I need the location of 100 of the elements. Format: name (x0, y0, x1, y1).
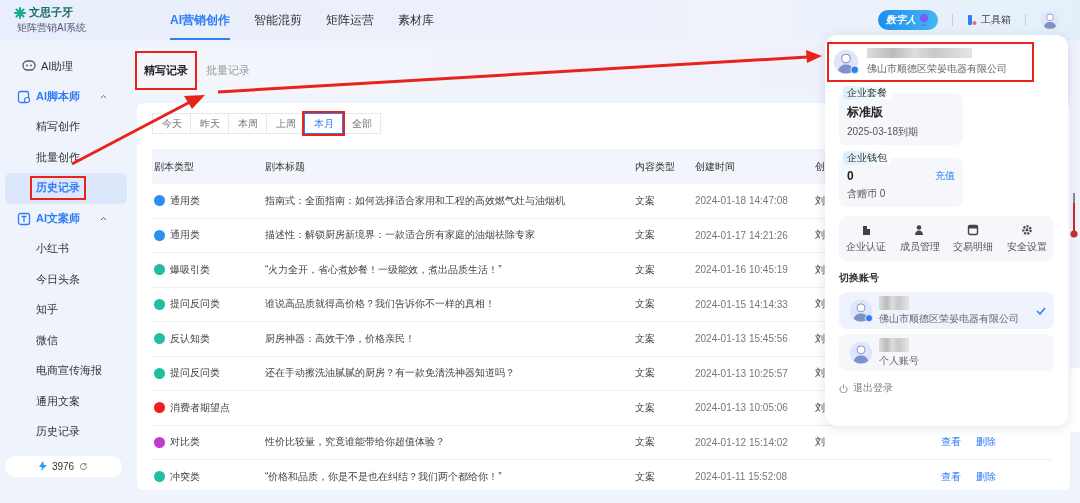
chevron-icon (100, 94, 107, 100)
table-cell: 2024-01-16 10:45:19 (695, 264, 788, 276)
expiry-date: 2025-03-18到期 (847, 125, 920, 139)
table-cell: 对比类 (170, 435, 200, 450)
shortcut-button[interactable]: 企业认证 (839, 224, 893, 254)
column-header: 创 (815, 159, 825, 174)
row-action-link[interactable]: 删除 (970, 469, 1002, 484)
table-cell: 刘 (815, 435, 825, 450)
date-filter-tab[interactable]: 本月 (304, 113, 343, 134)
table-cell: 文案 (635, 366, 655, 381)
table-cell: 2024-01-17 14:21:26 (695, 229, 788, 241)
power-icon (839, 383, 848, 393)
avatar-icon (849, 340, 873, 365)
nav-tab[interactable]: 智能混剪 (254, 0, 302, 40)
row-action-link[interactable]: 查看 (935, 435, 967, 450)
nav-tab[interactable]: AI营销创作 (170, 0, 230, 40)
table-cell: 文案 (635, 262, 655, 277)
table-cell: 描述性：解锁厨房新境界：一款适合所有家庭的油烟祛除专家 (265, 228, 535, 243)
date-filter-tab[interactable]: 昨天 (190, 113, 229, 134)
table-cell: 2024-01-11 15:52:08 (695, 471, 788, 483)
table-cell: “火力全开，省心煮妙餐！一级能效，煮出品质生活！” (265, 262, 502, 277)
sidebar-group[interactable]: AI文案师 (5, 203, 127, 234)
sidebar-item[interactable]: 批量创作 (5, 142, 127, 173)
sidebar-item[interactable]: 历史记录 (5, 417, 127, 448)
sidebar-item[interactable]: 小红书 (5, 234, 127, 265)
plan-name: 标准版 (847, 104, 884, 121)
table-cell: 文案 (635, 297, 655, 312)
logout-button[interactable]: 退出登录 (839, 381, 1054, 395)
avatar-icon (849, 298, 873, 323)
row-action-link[interactable]: 删除 (970, 435, 1002, 450)
date-filter-tab[interactable]: 本周 (228, 113, 267, 134)
redacted-name (879, 337, 909, 352)
card-label: 企业套餐 (843, 86, 891, 100)
logo-icon (14, 6, 26, 19)
company-name: 佛山市顺德区荣晏电器有限公司 (867, 62, 1007, 76)
table-cell: 文案 (635, 469, 655, 484)
text-icon (17, 211, 31, 226)
account-option[interactable]: 个人账号 (839, 334, 1054, 371)
toolbox-button[interactable]: 工具箱 (967, 13, 1011, 27)
check-icon (1036, 306, 1046, 315)
table-cell: 2024-01-12 15:14:02 (695, 436, 788, 448)
sidebar-group[interactable]: AI脚本师 (5, 81, 127, 112)
shortcut-button[interactable]: 成员管理 (892, 224, 947, 254)
table-cell: 通用类 (170, 228, 200, 243)
sidebar-item[interactable]: 微信 (5, 325, 127, 356)
card-label: 企业钱包 (843, 151, 891, 165)
table-cell: 刘 (815, 228, 825, 243)
document-icon (17, 89, 31, 104)
figure-icon (918, 13, 930, 27)
table-cell: 爆吸引类 (170, 262, 210, 277)
wallet-icon (967, 224, 980, 236)
balance-value: 3976 (51, 460, 75, 472)
table-cell: 刘 (815, 262, 825, 277)
table-cell: 谁说高品质就得高价格？我们告诉你不一样的真相！ (265, 297, 495, 312)
table-cell: “价格和品质，你是不是也在纠结？我们两个都给你！” (265, 469, 502, 484)
sidebar-item[interactable]: 精写创作 (5, 112, 127, 143)
wallet-balance: 0 (847, 169, 854, 183)
refresh-icon[interactable] (79, 461, 89, 471)
nav-tab[interactable]: 素材库 (398, 0, 434, 40)
record-tab[interactable]: 精写记录 (137, 53, 195, 88)
table-cell: 2024-01-13 10:05:06 (695, 402, 788, 414)
table-cell: 2024-01-18 14:47:08 (695, 195, 788, 207)
table-cell: 刘 (815, 400, 825, 415)
scroll-indicator-icon (1070, 193, 1078, 239)
logo-name: 文思子牙 (29, 5, 73, 20)
avatar-icon (833, 49, 859, 75)
column-header: 创建时间 (695, 159, 735, 174)
chevron-icon (100, 216, 107, 222)
sidebar-item[interactable]: 历史记录 (5, 173, 127, 204)
table-cell: 文案 (635, 228, 655, 243)
lightning-icon (38, 461, 47, 471)
sidebar-item[interactable]: 通用文案 (5, 386, 127, 417)
table-cell: 还在手动擦洗油腻腻的厨房？有一款免清洗神器知道吗？ (265, 366, 515, 381)
shortcut-button[interactable]: 交易明细 (946, 224, 1001, 254)
sidebar-item[interactable]: AI助理 (5, 51, 127, 82)
sidebar-item[interactable]: 今日头条 (5, 264, 127, 295)
account-subtitle: 佛山市顺德区荣晏电器有限公司 (879, 311, 1020, 326)
table-cell: 提问反问类 (170, 366, 220, 381)
column-header: 内容类型 (635, 159, 675, 174)
row-action-link[interactable]: 查看 (935, 469, 967, 484)
redacted-name (879, 295, 909, 310)
table-cell: 冲突类 (170, 469, 200, 484)
bonus-balance: 含赠币 0 (847, 187, 887, 201)
people-icon (913, 224, 926, 236)
account-subtitle: 个人账号 (879, 353, 920, 368)
table-cell: 刘 (815, 297, 825, 312)
table-cell: 文案 (635, 435, 655, 450)
table-cell: 刘 (815, 331, 825, 346)
nav-tab[interactable]: 矩阵运营 (326, 0, 374, 40)
account-option[interactable]: 佛山市顺德区荣晏电器有限公司 (839, 292, 1054, 329)
table-cell: 指南式：全面指南：如何选择适合家用和工程的高效燃气灶与油烟机 (265, 193, 565, 208)
sidebar-item[interactable]: 电商宣传海报 (5, 356, 127, 387)
section-title: 切换账号 (839, 271, 880, 285)
recharge-link[interactable]: 充值 (935, 169, 955, 183)
shortcut-button[interactable]: 安全设置 (1000, 224, 1054, 254)
table-cell: 性价比较量，究竟谁能带给你超值体验？ (265, 435, 445, 450)
table-cell: 反认知类 (170, 331, 210, 346)
sidebar-item[interactable]: 知乎 (5, 295, 127, 326)
table-cell: 刘 (815, 366, 825, 381)
settings-icon (1021, 224, 1034, 236)
